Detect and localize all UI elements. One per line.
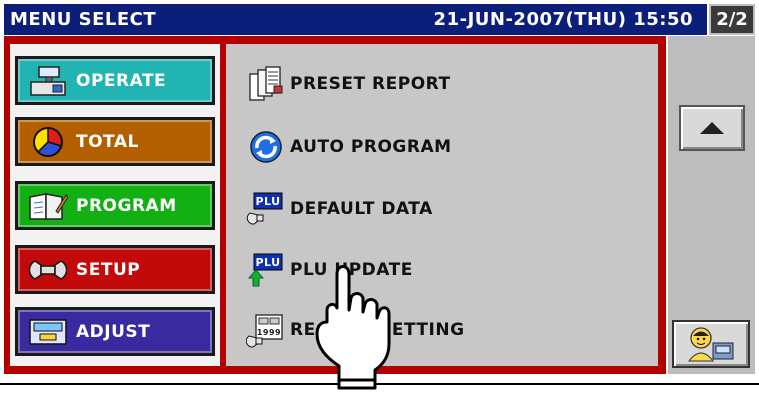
default-data-item[interactable]: PLU DEFAULT DATA [246, 189, 433, 229]
adjust-button[interactable]: ADJUST [15, 307, 215, 356]
triangle-up-icon [700, 122, 724, 134]
operate-label: OPERATE [76, 70, 167, 91]
default-data-label: DEFAULT DATA [290, 199, 433, 219]
plu-wrench-icon: PLU [246, 191, 286, 227]
pointing-hand-icon [315, 265, 391, 390]
preset-report-label: PRESET REPORT [290, 74, 451, 94]
operator-button[interactable] [672, 320, 750, 368]
scale-icon [28, 316, 68, 348]
operator-icon [687, 327, 734, 362]
pie-chart-icon [28, 126, 68, 158]
setup-button[interactable]: SETUP [15, 245, 215, 294]
program-label: PROGRAM [76, 195, 177, 216]
datetime-display: 21-JUN-2007(THU) 15:50 [433, 9, 693, 30]
refresh-icon [246, 129, 286, 165]
auto-program-item[interactable]: AUTO PROGRAM [246, 127, 452, 167]
page-title: MENU SELECT [10, 9, 157, 30]
total-button[interactable]: TOTAL [15, 117, 215, 166]
receipt-icon: 1999 [246, 312, 286, 348]
total-label: TOTAL [76, 131, 139, 152]
plu-tag: PLU [255, 195, 280, 208]
title-bar: MENU SELECT 21-JUN-2007(THU) 15:50 [4, 4, 707, 35]
page-indicator: 2/2 [709, 4, 755, 35]
preset-report-item[interactable]: PRESET REPORT [246, 64, 451, 104]
operate-button[interactable]: OPERATE [15, 56, 215, 105]
receipt-year: 1999 [257, 328, 281, 337]
setup-label: SETUP [76, 259, 141, 280]
plu-arrow-icon: PLU [246, 252, 286, 288]
auto-program-label: AUTO PROGRAM [290, 137, 452, 157]
notebook-icon [28, 190, 68, 222]
register-icon [28, 65, 68, 97]
program-button[interactable]: PROGRAM [15, 181, 215, 230]
scroll-up-button[interactable] [679, 105, 745, 151]
adjust-label: ADJUST [76, 321, 151, 342]
wrench-icon [28, 254, 68, 286]
report-icon [246, 66, 286, 102]
plu-tag: PLU [255, 256, 280, 269]
